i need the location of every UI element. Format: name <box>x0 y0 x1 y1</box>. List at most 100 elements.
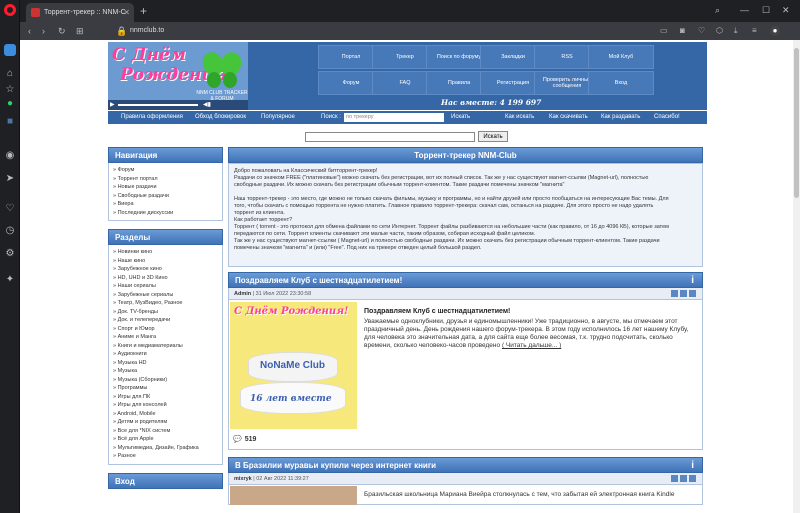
download-icon[interactable]: ⤓ <box>734 22 738 40</box>
section-link[interactable]: » Зарубежное кино <box>113 265 218 274</box>
audio-player[interactable]: ▶ ◀▮ <box>108 100 248 110</box>
opera-logo-icon[interactable] <box>4 4 16 16</box>
settings-icon[interactable]: ⚙ <box>4 248 16 260</box>
google-search-input[interactable] <box>305 132 475 142</box>
section-link[interactable]: » Android, Mobile <box>113 410 218 419</box>
link-bypass[interactable]: Обход блокировок <box>195 111 246 124</box>
player-progress[interactable] <box>118 104 198 106</box>
section-link[interactable]: » HD, UHD и 3D Кино <box>113 274 218 283</box>
news-author[interactable]: Admin <box>234 291 251 297</box>
extensions-icon[interactable]: ⬡ <box>716 22 723 40</box>
section-link[interactable]: » Театр, МузВидео, Разное <box>113 299 218 308</box>
section-link[interactable]: » Наши сериалы <box>113 282 218 291</box>
close-window-button[interactable]: ✕ <box>782 3 790 17</box>
maximize-button[interactable]: ☐ <box>762 3 770 17</box>
section-link[interactable]: » Док. и телепередачи <box>113 316 218 325</box>
send-icon[interactable]: ➤ <box>4 173 16 185</box>
google-search-button[interactable]: Искать <box>478 131 508 142</box>
nav-link[interactable]: » Торрент портал <box>113 175 218 184</box>
lock-icon: 🔒 <box>116 26 128 36</box>
comments-count[interactable]: 💬 519 <box>233 435 256 443</box>
tracker-search-input[interactable]: по трекеру <box>344 113 444 122</box>
section-link[interactable]: » Игры для ПК <box>113 393 218 402</box>
section-link[interactable]: » Всё для Apple <box>113 435 218 444</box>
whatsapp-icon[interactable]: ● <box>4 98 16 110</box>
vk-share-icon[interactable] <box>689 475 696 482</box>
link-design-rules[interactable]: Правила оформления <box>121 111 183 124</box>
nav-link[interactable]: » Новые раздачи <box>113 183 218 192</box>
menu-login[interactable]: Вход <box>588 71 654 95</box>
section-link[interactable]: » Программы <box>113 384 218 393</box>
link-how-to-search[interactable]: Как искать <box>505 111 534 124</box>
section-link[interactable]: » Спорт и Юмор <box>113 325 218 334</box>
section-link[interactable]: » Музыка (Сборники) <box>113 376 218 385</box>
read-more-link[interactable]: ( Читать дальше... ) <box>502 342 561 349</box>
back-icon[interactable]: ‹ <box>28 22 31 40</box>
close-tab-icon[interactable]: ✕ <box>123 3 130 22</box>
section-link[interactable]: » Детям и родителям <box>113 418 218 427</box>
tracker-search-button[interactable]: Искать <box>451 111 470 124</box>
scrollbar-thumb[interactable] <box>794 48 799 198</box>
section-link[interactable]: » Разное <box>113 452 218 461</box>
news-heading[interactable]: Поздравляем Клуб с шестнадцатилетием! i <box>228 272 703 288</box>
section-link[interactable]: » Аниме и Манга <box>113 333 218 342</box>
heart-icon[interactable]: ♡ <box>4 203 16 215</box>
history-icon[interactable]: ◷ <box>4 225 16 237</box>
info-icon[interactable]: i <box>691 273 694 289</box>
twitter-icon[interactable] <box>671 475 678 482</box>
news-heading[interactable]: В Бразилии муравьи купили через интернет… <box>228 457 703 473</box>
forward-icon[interactable]: › <box>42 22 45 40</box>
browser-tab[interactable]: Торрент-трекер :: NNM-C ✕ <box>26 3 134 22</box>
section-link[interactable]: » Мультимедиа, Дизайн, Графика <box>113 444 218 453</box>
home-icon[interactable]: ⌂ <box>4 68 16 80</box>
vpn-icon[interactable]: ▭ <box>660 22 668 40</box>
url-field[interactable]: nnmclub.to <box>130 22 164 40</box>
player-icon[interactable]: ◉ <box>4 150 16 162</box>
nav-link[interactable]: » Виера <box>113 200 218 209</box>
link-how-to-seed[interactable]: Как раздавать <box>601 111 640 124</box>
section-link[interactable]: » Зарубежные сериалы <box>113 291 218 300</box>
volume-icon[interactable]: ◀▮ <box>203 100 211 110</box>
reload-icon[interactable]: ↻ <box>58 22 66 40</box>
vk-icon[interactable]: ■ <box>4 116 16 128</box>
main-heading: Торрент-трекер NNM-Club <box>228 147 703 163</box>
news-author[interactable]: mixryk <box>234 476 252 482</box>
search-tabs-icon[interactable]: ⌕ <box>715 3 720 17</box>
lightbulb-icon[interactable]: ✦ <box>4 274 16 286</box>
link-how-to-download[interactable]: Как скачивать <box>549 111 588 124</box>
link-thanks[interactable]: Спасибо! <box>654 111 680 124</box>
nav-link[interactable]: » Последние дискуссии <box>113 209 218 218</box>
menu-my-club[interactable]: Мой Клуб <box>588 45 654 69</box>
section-link[interactable]: » Аудиокниги <box>113 350 218 359</box>
site-logo[interactable]: С Днём Рождения! NNM CLUB TRACKER & FORU… <box>108 42 248 110</box>
menu-icon[interactable]: ≡ <box>752 22 757 40</box>
section-link[interactable]: » Музыка <box>113 367 218 376</box>
bookmarks-icon[interactable]: ☆ <box>4 84 16 96</box>
info-icon[interactable]: i <box>691 458 694 474</box>
speed-dial-icon[interactable] <box>4 44 16 56</box>
twitter-icon[interactable] <box>671 290 678 297</box>
section-link[interactable]: » Музыка HD <box>113 359 218 368</box>
bookmark-page-icon[interactable]: ♡ <box>698 22 705 40</box>
new-tab-button[interactable]: + <box>140 3 147 19</box>
link-popular[interactable]: Популярное <box>261 111 295 124</box>
vk-share-icon[interactable] <box>689 290 696 297</box>
page-scrollbar[interactable] <box>793 40 800 513</box>
facebook-icon[interactable] <box>680 290 687 297</box>
section-link[interactable]: » Новинки кино <box>113 248 218 257</box>
sub-navigation: Правила оформления Обход блокировок Попу… <box>108 111 707 124</box>
facebook-icon[interactable] <box>680 475 687 482</box>
section-link[interactable]: » Книги и медиаматериалы <box>113 342 218 351</box>
section-link[interactable]: » Наше кино <box>113 257 218 266</box>
minimize-button[interactable]: — <box>740 3 749 17</box>
section-link[interactable]: » Игры для консолей <box>113 401 218 410</box>
nav-link[interactable]: » Форум <box>113 166 218 175</box>
section-link[interactable]: » Все для *NIX систем <box>113 427 218 436</box>
nav-link[interactable]: » Свободные раздачи <box>113 192 218 201</box>
profile-icon[interactable]: ● <box>770 26 780 36</box>
camera-icon[interactable]: ◙ <box>680 22 685 40</box>
tabs-grid-icon[interactable]: ⊞ <box>76 22 84 40</box>
section-link[interactable]: » Док. TV-бренды <box>113 308 218 317</box>
news-heading-text: В Бразилии муравьи купили через интернет… <box>235 461 437 470</box>
play-icon[interactable]: ▶ <box>110 100 115 110</box>
